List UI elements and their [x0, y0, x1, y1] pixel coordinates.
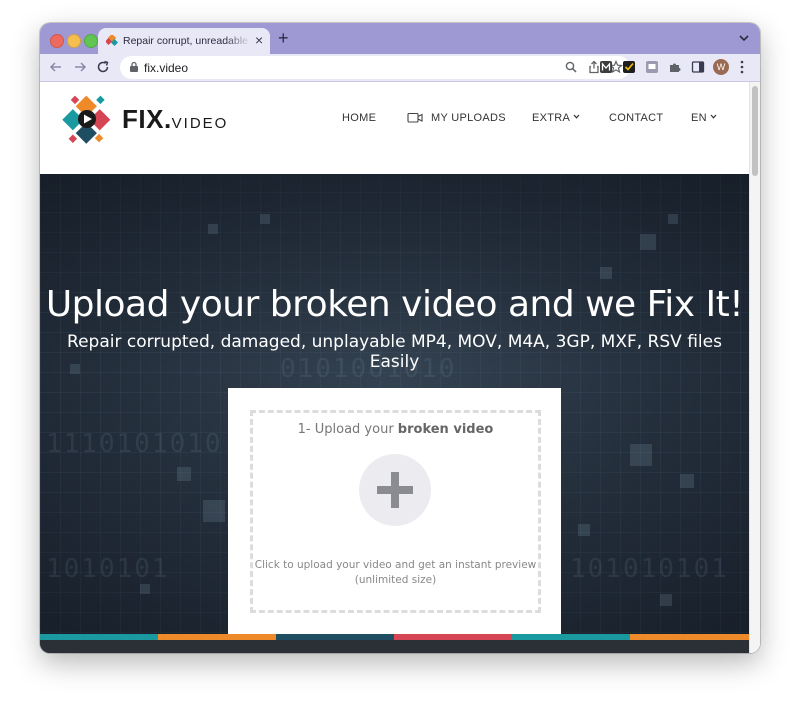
hero-bottom-band	[40, 640, 749, 653]
site-favicon-icon	[106, 35, 118, 47]
decorative-square	[640, 234, 656, 250]
decorative-square	[630, 444, 652, 466]
hero-subtitle: Repair corrupted, damaged, unplayable MP…	[67, 332, 722, 372]
extension-m-icon[interactable]	[599, 60, 613, 74]
upload-step-prefix: 1- Upload your	[297, 422, 398, 437]
nav-extra[interactable]: EXTRA	[532, 112, 580, 124]
upload-step-bold: broken video	[397, 422, 494, 437]
url-text[interactable]: fix.video	[144, 61, 188, 75]
nav-language[interactable]: EN	[691, 112, 717, 124]
upload-hint-line2: (unlimited size)	[354, 574, 437, 586]
hero-section: 1110101010 1010101 101010101 0101001010 …	[40, 174, 749, 653]
site-header: FIX.VIDEO HOME MY UPLOADS EXTRA CONTACT …	[40, 82, 749, 174]
tab-close-icon[interactable]: ×	[255, 33, 263, 47]
browser-window: Repair corrupt, unreadable MP4 × + fix.v…	[40, 23, 760, 653]
upload-hint-line1: Click to upload your video and get an in…	[254, 559, 537, 571]
logo-main-text: FIX.	[122, 104, 172, 134]
logo-wordmark[interactable]: FIX.VIDEO	[122, 104, 228, 135]
chevron-down-icon	[573, 114, 580, 119]
forward-icon[interactable]	[72, 59, 88, 75]
puzzle-icon[interactable]	[668, 60, 682, 74]
upload-dropzone[interactable]: 1- Upload your broken video Click to upl…	[250, 410, 541, 613]
nav-contact[interactable]: CONTACT	[609, 112, 663, 124]
web-page: FIX.VIDEO HOME MY UPLOADS EXTRA CONTACT …	[40, 82, 760, 653]
decorative-binary-right: 101010101	[570, 554, 729, 584]
extension-screen-icon[interactable]	[645, 60, 659, 74]
decorative-square	[208, 224, 218, 234]
zoom-window-button[interactable]	[84, 34, 98, 48]
decorative-square	[177, 467, 191, 481]
nav-home[interactable]: HOME	[342, 112, 376, 124]
tab-title: Repair corrupt, unreadable MP4	[123, 35, 251, 47]
video-camera-icon	[407, 112, 423, 123]
search-icon[interactable]	[564, 60, 578, 74]
close-window-button[interactable]	[50, 34, 64, 48]
page-scrollbar[interactable]	[749, 82, 760, 653]
extension-todo-icon[interactable]	[622, 60, 636, 74]
nav-extra-label: EXTRA	[532, 112, 571, 124]
scrollbar-thumb[interactable]	[752, 86, 758, 176]
kebab-menu-icon[interactable]	[739, 60, 745, 74]
sidebar-icon[interactable]	[691, 60, 705, 74]
decorative-binary-left-low: 1010101	[46, 554, 170, 584]
decorative-square	[660, 594, 672, 606]
plus-icon	[377, 472, 413, 508]
reload-icon[interactable]	[95, 59, 111, 75]
back-icon[interactable]	[48, 59, 64, 75]
decorative-square	[140, 584, 150, 594]
nav-my-uploads[interactable]: MY UPLOADS	[431, 112, 506, 124]
browser-tab[interactable]: Repair corrupt, unreadable MP4 ×	[98, 28, 270, 54]
address-bar[interactable]: fix.video	[120, 56, 630, 79]
decorative-square	[668, 214, 678, 224]
upload-hint: Click to upload your video and get an in…	[253, 558, 538, 588]
profile-avatar[interactable]: W	[713, 59, 729, 75]
upload-step-label: 1- Upload your broken video	[253, 422, 538, 437]
upload-card: 1- Upload your broken video Click to upl…	[228, 388, 561, 653]
lock-icon[interactable]	[129, 61, 139, 73]
logo-mark-icon[interactable]	[58, 91, 116, 147]
decorative-binary-left: 1110101010	[46, 429, 223, 459]
browser-toolbar: fix.video W	[40, 54, 760, 82]
decorative-square	[260, 214, 270, 224]
decorative-square	[600, 267, 612, 279]
minimize-window-button[interactable]	[67, 34, 81, 48]
nav-language-label: EN	[691, 112, 707, 124]
hero-title: Upload your broken video and we Fix It!	[45, 284, 744, 325]
chevron-down-icon	[710, 114, 717, 119]
decorative-square	[203, 500, 225, 522]
upload-plus-button[interactable]	[359, 454, 431, 526]
decorative-square	[680, 474, 694, 488]
tab-strip: Repair corrupt, unreadable MP4 × +	[40, 23, 760, 54]
logo-sub-text: VIDEO	[171, 115, 229, 132]
new-tab-button[interactable]: +	[278, 28, 289, 48]
tab-search-chevron-icon[interactable]	[738, 32, 750, 44]
decorative-square	[578, 524, 590, 536]
